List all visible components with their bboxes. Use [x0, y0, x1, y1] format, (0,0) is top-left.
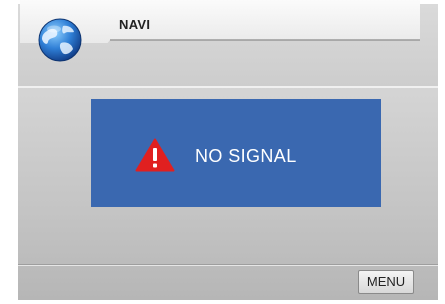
navi-screen: NAVI NO SIGNAL MENU [0, 0, 445, 304]
warning-icon [135, 138, 175, 172]
alert-message: NO SIGNAL [195, 146, 297, 166]
footer-divider [18, 264, 438, 265]
page-title: NAVI [119, 17, 151, 32]
globe-icon [38, 18, 82, 62]
menu-button[interactable]: MENU [358, 270, 414, 294]
